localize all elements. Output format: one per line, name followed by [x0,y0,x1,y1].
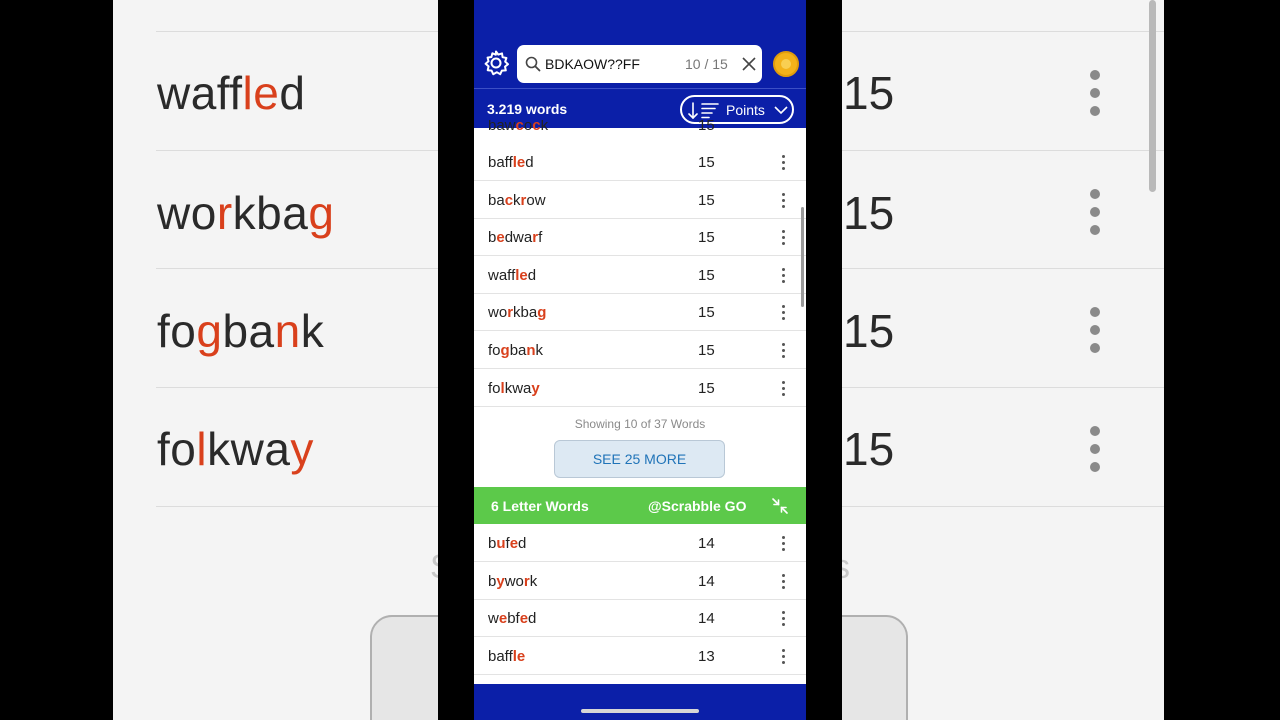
word-points: 15 [698,154,715,171]
bg-points: 15 [843,305,895,357]
word-text: baffle [488,647,526,665]
gear-icon[interactable] [482,49,510,77]
letterbox-left [0,0,113,720]
word-points: 15 [698,304,715,322]
bg-word: folkway [157,423,314,475]
phone-screen: BDKAOW??FF 10 / 15 3.219 words Points ba… [474,0,806,720]
phone-bezel-left [438,0,474,720]
word-text: bawcock [488,120,549,134]
close-icon[interactable] [741,56,757,72]
letterbox-right [1164,0,1280,720]
word-points: 14 [698,535,715,552]
word-text: bufed [488,535,527,552]
more-options-icon[interactable] [780,611,786,627]
sort-icon [688,102,719,119]
word-points: 15 [698,120,715,134]
bg-more-icon [1090,70,1100,124]
word-text: waffled [488,266,537,284]
list-item[interactable]: webfed 14 [474,600,806,638]
word-text: bedwarf [488,229,543,247]
word-points: 15 [698,191,715,209]
collapse-icon[interactable] [771,497,789,515]
section-header: 6 Letter Words @Scrabble GO [474,487,806,524]
more-options-icon[interactable] [780,648,786,665]
section-tag: @Scrabble GO [648,498,747,514]
list-item[interactable]: folkway 15 [474,369,806,407]
bg-points: 15 [843,67,895,119]
word-text: fogbank [488,342,544,359]
word-points: 15 [698,379,715,397]
list-item[interactable]: bedwarf 15 [474,219,806,257]
bg-word: fogbank [157,305,325,357]
word-points: 14 [698,572,715,590]
word-points: 13 [698,647,715,665]
word-points: 15 [698,342,715,359]
top-bar: BDKAOW??FF 10 / 15 [474,0,806,88]
word-text: folkway [488,379,540,397]
bg-points: 15 [843,423,895,475]
word-points: 15 [698,266,715,284]
see-more-button[interactable]: SEE 25 MORE [554,440,725,478]
list-item[interactable]: backrow 15 [474,181,806,219]
more-options-icon[interactable] [780,343,786,359]
list-item[interactable]: fogbank 15 [474,332,806,369]
bg-more-icon [1090,426,1100,480]
word-text: backrow [488,191,546,209]
bg-word: workbag [157,187,335,239]
more-options-icon[interactable] [780,192,786,209]
sort-label: Points [726,102,765,118]
more-options-icon[interactable] [780,267,786,284]
search-field[interactable]: BDKAOW??FF 10 / 15 [517,45,762,83]
search-result-count: 10 / 15 [685,56,728,72]
bg-points: 15 [843,187,895,239]
word-count: 3.219 words [487,101,568,117]
word-text: workbag [488,304,547,322]
word-text: bywork [488,572,538,590]
word-points: 14 [698,610,715,628]
more-options-icon[interactable] [780,230,786,246]
word-text: baffled [488,154,534,171]
search-input[interactable]: BDKAOW??FF [545,56,640,72]
bottom-bar [474,684,806,720]
section-title: 6 Letter Words [491,498,589,514]
bg-more-icon [1090,189,1100,243]
more-options-icon[interactable] [780,305,786,321]
list-item[interactable]: waffled 15 [474,256,806,294]
chevron-down-icon [774,106,788,115]
more-options-icon[interactable] [780,536,786,552]
word-text: webfed [488,610,537,628]
more-options-icon[interactable] [780,573,786,590]
list-item[interactable]: workbag 15 [474,294,806,332]
list-item[interactable]: bywork 14 [474,562,806,600]
coin-icon[interactable] [773,51,799,77]
list-item[interactable]: baffle 13 [474,637,806,675]
more-options-icon[interactable] [780,380,786,397]
phone-bezel-right [806,0,842,720]
bg-scrollbar [1149,0,1156,192]
search-icon [525,56,541,72]
word-points: 15 [698,229,715,247]
scrollbar[interactable] [801,207,804,307]
bg-word: waffled [157,67,306,119]
list-item[interactable]: bufed 14 [474,525,806,562]
home-indicator[interactable] [581,709,699,713]
more-options-icon[interactable] [780,155,786,171]
list-item[interactable]: baffled 15 [474,144,806,181]
bg-more-icon [1090,307,1100,361]
showing-count-text: Showing 10 of 37 Words [574,417,706,431]
list-item[interactable]: bawcock 15 [474,120,806,145]
